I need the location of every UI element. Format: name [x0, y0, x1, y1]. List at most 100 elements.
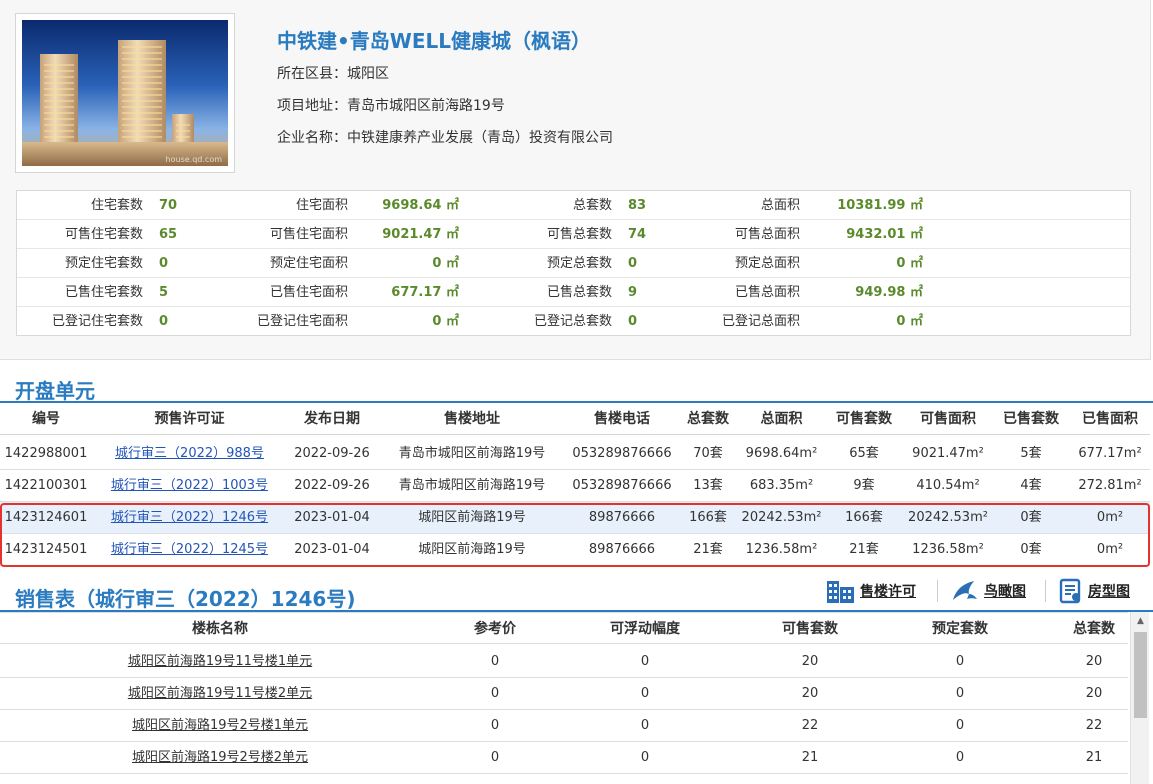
col-header-avail: 可售套数 [836, 411, 892, 427]
unit-total: 13套 [693, 478, 723, 493]
stat-label: 预定总套数 [546, 256, 612, 271]
unit-address: 青岛市城阳区前海路19号 [398, 446, 546, 461]
aerial-view-label: 鸟瞰图 [984, 584, 1026, 600]
stat-value: 65 [159, 227, 178, 242]
unit-sold-area: 0m² [1096, 510, 1124, 525]
col-header-building: 楼栋名称 [192, 621, 248, 637]
permit-link[interactable]: 城行审三（2022）988号 [92, 438, 287, 470]
col-header-reserved: 预定套数 [932, 621, 988, 637]
sales-table-row: 城阳区前海路19号2号楼2单元 0 0 21 0 21 [0, 742, 1128, 774]
unit-avail: 65套 [849, 446, 879, 461]
unit-sold: 0套 [1020, 510, 1042, 525]
company-value: 中铁建康养产业发展（青岛）投资有限公司 [347, 130, 613, 146]
unit-avail-area: 410.54m² [916, 478, 980, 493]
tool-separator [1045, 580, 1046, 602]
district-label: 所在区县： [277, 66, 347, 82]
building-link[interactable]: 城阳区前海路19号11号楼2单元 [0, 678, 440, 710]
address-value: 青岛市城阳区前海路19号 [347, 98, 505, 114]
permit-link[interactable]: 城行审三（2022）1245号 [92, 534, 287, 566]
stat-value: 10381.99 ㎡ [837, 198, 923, 213]
unit-area: 9698.64m² [745, 446, 818, 461]
floor-plan-button[interactable]: 房型图 [1058, 578, 1130, 604]
units-table-row-selected[interactable]: 1423124601 城行审三（2022）1246号 2023-01-04 城阳… [0, 502, 1150, 534]
sales-scrollbar[interactable]: ▲ [1130, 612, 1149, 784]
stat-label: 已登记总套数 [533, 314, 612, 329]
unit-avail-area: 20242.53m² [908, 510, 988, 525]
sales-table-row: 城阳区前海路19号2号楼1单元 0 0 22 0 22 [0, 710, 1128, 742]
photo-watermark: house.qd.com [165, 155, 222, 164]
col-header-permit: 预售许可证 [154, 411, 225, 427]
project-photo-frame: house.qd.com [15, 13, 235, 173]
col-header-area: 总面积 [760, 411, 803, 427]
stat-value: 70 [159, 198, 178, 213]
unit-date: 2023-01-04 [294, 510, 370, 525]
permit-link[interactable]: 城行审三（2022）1003号 [92, 470, 287, 502]
sales-table-row: 城阳区前海路19号11号楼2单元 0 0 20 0 20 [0, 678, 1128, 710]
stat-value: 949.98 ㎡ [855, 285, 923, 300]
stat-label: 已售总套数 [546, 285, 612, 300]
stat-label: 预定住宅面积 [269, 256, 348, 271]
ref-price: 0 [490, 654, 500, 669]
unit-sold: 4套 [1020, 478, 1042, 493]
unit-sold: 0套 [1020, 542, 1042, 557]
scroll-up-arrow-icon[interactable]: ▲ [1131, 612, 1150, 630]
stat-label: 可售总套数 [546, 227, 612, 242]
stat-value: 9432.01 ㎡ [846, 227, 923, 242]
col-header-total: 总套数 [687, 411, 729, 427]
building-link[interactable]: 城阳区前海路19号2号楼2单元 [0, 742, 440, 774]
unit-total: 166套 [689, 510, 727, 525]
stat-label: 总面积 [760, 198, 800, 213]
avail-count: 20 [801, 686, 819, 701]
stats-row: 已登记住宅套数 0 已登记住宅面积 0 ㎡ 已登记总套数 0 已登记总面积 0 … [17, 307, 1130, 336]
permit-link[interactable]: 城行审三（2022）1246号 [92, 502, 287, 534]
stats-row: 预定住宅套数 0 预定住宅面积 0 ㎡ 预定总套数 0 预定总面积 0 ㎡ [17, 249, 1130, 278]
aerial-view-button[interactable]: 鸟瞰图 [950, 578, 1026, 604]
stat-label: 可售总面积 [734, 227, 800, 242]
stat-label: 可售住宅面积 [269, 227, 348, 242]
unit-date: 2023-01-04 [294, 542, 370, 557]
address-label: 项目地址： [277, 98, 347, 114]
unit-avail: 21套 [849, 542, 879, 557]
sales-section-title: 销售表（城行审三（2022）1246号) [15, 587, 356, 611]
col-header-date: 发布日期 [304, 411, 360, 427]
ref-price: 0 [490, 750, 500, 765]
avail-count: 20 [801, 654, 819, 669]
stat-label: 已登记住宅套数 [51, 314, 143, 329]
col-header-phone: 售楼电话 [594, 411, 650, 427]
unit-id: 1422988001 [4, 446, 88, 461]
stat-label: 住宅套数 [90, 198, 143, 213]
building-link[interactable]: 城阳区前海路19号11号楼1单元 [0, 646, 440, 678]
reserved-count: 0 [955, 718, 965, 733]
sales-permit-button[interactable]: 售楼许可 [826, 578, 916, 604]
building-link[interactable]: 城阳区前海路19号2号楼1单元 [0, 710, 440, 742]
unit-sold-area: 0m² [1096, 542, 1124, 557]
stat-value: 0 ㎡ [896, 314, 923, 329]
stats-row: 可售住宅套数 65 可售住宅面积 9021.47 ㎡ 可售总套数 74 可售总面… [17, 220, 1130, 249]
company-line: 企业名称：中铁建康养产业发展（青岛）投资有限公司 [277, 127, 613, 147]
col-header-address: 售楼地址 [444, 411, 500, 427]
unit-id: 1423124501 [4, 542, 88, 557]
units-section-title: 开盘单元 [15, 379, 95, 403]
stat-value: 9698.64 ㎡ [382, 198, 459, 213]
stats-row: 住宅套数 70 住宅面积 9698.64 ㎡ 总套数 83 总面积 10381.… [17, 191, 1130, 220]
reserved-count: 0 [955, 686, 965, 701]
float-range: 0 [640, 718, 650, 733]
stat-label: 已售住宅套数 [64, 285, 143, 300]
float-range: 0 [640, 750, 650, 765]
reserved-count: 0 [955, 654, 965, 669]
float-range: 0 [640, 654, 650, 669]
unit-sold: 5套 [1020, 446, 1042, 461]
stat-value: 5 [159, 285, 169, 300]
sales-table-row: 城阳区前海路19号11号楼1单元 0 0 20 0 20 [0, 646, 1128, 678]
unit-phone: 89876666 [588, 542, 656, 557]
unit-address: 青岛市城阳区前海路19号 [398, 478, 546, 493]
document-icon [1059, 578, 1081, 604]
unit-avail-area: 1236.58m² [912, 542, 984, 557]
stat-value: 0 [159, 314, 169, 329]
scroll-thumb[interactable] [1134, 632, 1147, 718]
stats-table: 住宅套数 70 住宅面积 9698.64 ㎡ 总套数 83 总面积 10381.… [16, 190, 1131, 336]
stat-value: 0 ㎡ [896, 256, 923, 271]
unit-sold-area: 677.17m² [1078, 446, 1142, 461]
stat-label: 预定总面积 [734, 256, 800, 271]
unit-avail: 9套 [853, 478, 875, 493]
